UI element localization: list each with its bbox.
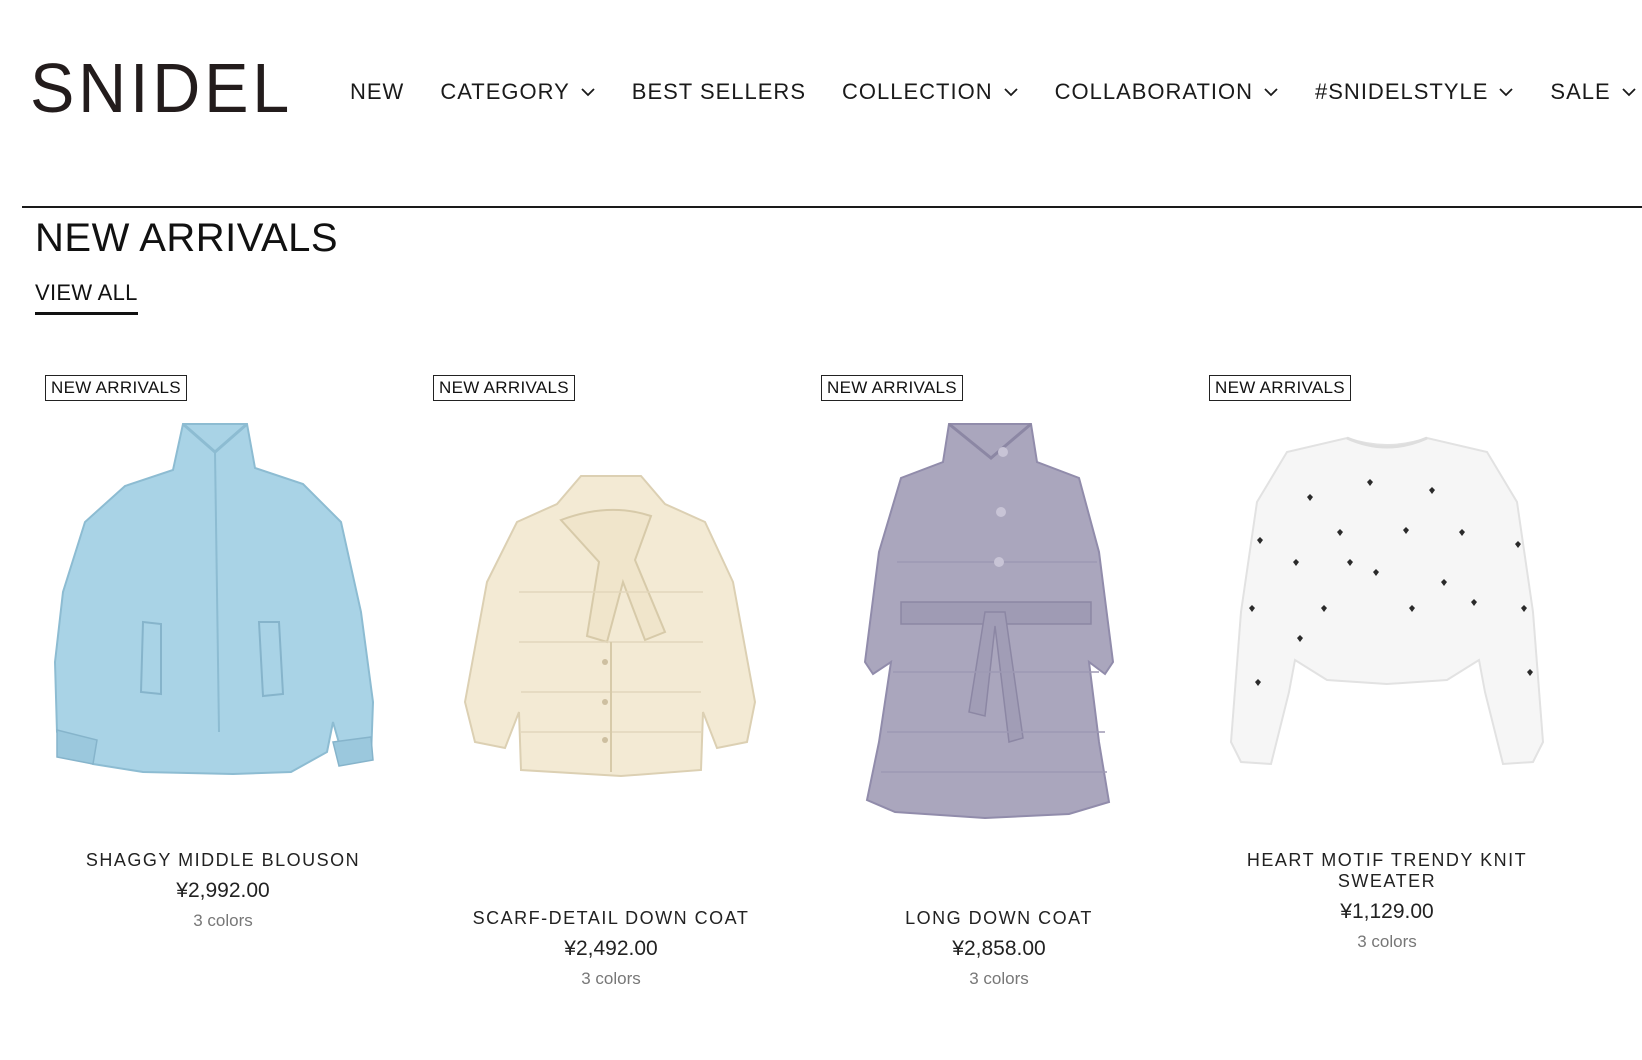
- nav-item-label: BEST SELLERS: [631, 79, 806, 104]
- lavender-long-down-coat-photo[interactable]: [809, 412, 1189, 852]
- product-name[interactable]: HEART MOTIF TRENDY KNIT SWEATER: [1197, 850, 1577, 892]
- product-price: ¥2,492.00: [564, 937, 658, 960]
- chevron-down-icon: [1003, 84, 1019, 100]
- chevron-down-icon: [1263, 84, 1279, 100]
- nav-item-label: #SNIDELSTYLE: [1315, 79, 1489, 104]
- product-card[interactable]: NEW ARRIVALS SHAGGY MIDDLE BLOUSON ¥2,99…: [33, 372, 413, 1032]
- chevron-down-icon: [580, 84, 596, 100]
- product-name[interactable]: SHAGGY MIDDLE BLOUSON: [33, 850, 413, 871]
- product-price: ¥2,992.00: [176, 879, 270, 902]
- main-nav: NEW CATEGORY BEST SELLERS COLLECTION COL…: [350, 76, 1642, 108]
- nav-item-sale[interactable]: SALE: [1550, 79, 1636, 105]
- new-arrivals-badge: NEW ARRIVALS: [433, 375, 575, 401]
- white-heart-knit-sweater-photo[interactable]: [1197, 412, 1577, 852]
- product-colors-count: 3 colors: [1357, 932, 1417, 951]
- nav-item-label: NEW: [350, 79, 405, 104]
- nav-item-snidelstyle[interactable]: #SNIDELSTYLE: [1315, 79, 1514, 105]
- nav-item-collaboration[interactable]: COLLABORATION: [1055, 79, 1279, 105]
- nav-item-label: COLLECTION: [842, 79, 993, 104]
- new-arrivals-badge: NEW ARRIVALS: [45, 375, 187, 401]
- nav-item-label: CATEGORY: [440, 79, 570, 104]
- product-card[interactable]: NEW ARRIVALS SCARF-DETAIL DOWN COAT ¥2,4…: [421, 372, 801, 1032]
- product-info: SHAGGY MIDDLE BLOUSON ¥2,992.00 3 colors: [33, 850, 413, 931]
- product-card[interactable]: NEW ARRIVALS HEART MOTIF TRENDY KNIT SWE…: [1197, 372, 1577, 1032]
- product-name[interactable]: LONG DOWN COAT: [809, 908, 1189, 929]
- header-divider: [22, 206, 1642, 208]
- product-colors-count: 3 colors: [193, 911, 253, 930]
- product-price: ¥2,858.00: [952, 937, 1046, 960]
- nav-item-label: SALE: [1550, 79, 1611, 104]
- chevron-down-icon: [1498, 84, 1514, 100]
- nav-item-category[interactable]: CATEGORY: [440, 79, 595, 105]
- nav-item-label: COLLABORATION: [1054, 79, 1254, 104]
- product-grid: NEW ARRIVALS SHAGGY MIDDLE BLOUSON ¥2,99…: [0, 372, 1642, 1032]
- nav-item-new[interactable]: NEW: [350, 79, 404, 105]
- cream-down-coat-photo[interactable]: [421, 412, 801, 852]
- section-title: NEW ARRIVALS: [35, 216, 339, 260]
- chevron-down-icon: [1621, 84, 1637, 100]
- nav-item-collection[interactable]: COLLECTION: [842, 79, 1019, 105]
- product-colors-count: 3 colors: [581, 969, 641, 988]
- product-card[interactable]: NEW ARRIVALS LONG DOWN COAT ¥2,858.00 3 …: [809, 372, 1189, 1032]
- nav-item-best-sellers[interactable]: BEST SELLERS: [632, 79, 806, 105]
- brand-logo[interactable]: SNIDEL: [30, 52, 293, 124]
- product-price: ¥1,129.00: [1340, 900, 1434, 923]
- site-header: SNIDEL NEW CATEGORY BEST SELLERS COLLECT…: [0, 0, 1642, 207]
- product-info: LONG DOWN COAT ¥2,858.00 3 colors: [809, 908, 1189, 989]
- light-blue-blouson-photo[interactable]: [33, 412, 413, 852]
- product-colors-count: 3 colors: [969, 969, 1029, 988]
- new-arrivals-badge: NEW ARRIVALS: [1209, 375, 1351, 401]
- product-name[interactable]: SCARF-DETAIL DOWN COAT: [421, 908, 801, 929]
- product-info: SCARF-DETAIL DOWN COAT ¥2,492.00 3 color…: [421, 908, 801, 989]
- view-all-link[interactable]: VIEW ALL: [35, 280, 138, 315]
- new-arrivals-badge: NEW ARRIVALS: [821, 375, 963, 401]
- product-info: HEART MOTIF TRENDY KNIT SWEATER ¥1,129.0…: [1197, 850, 1577, 952]
